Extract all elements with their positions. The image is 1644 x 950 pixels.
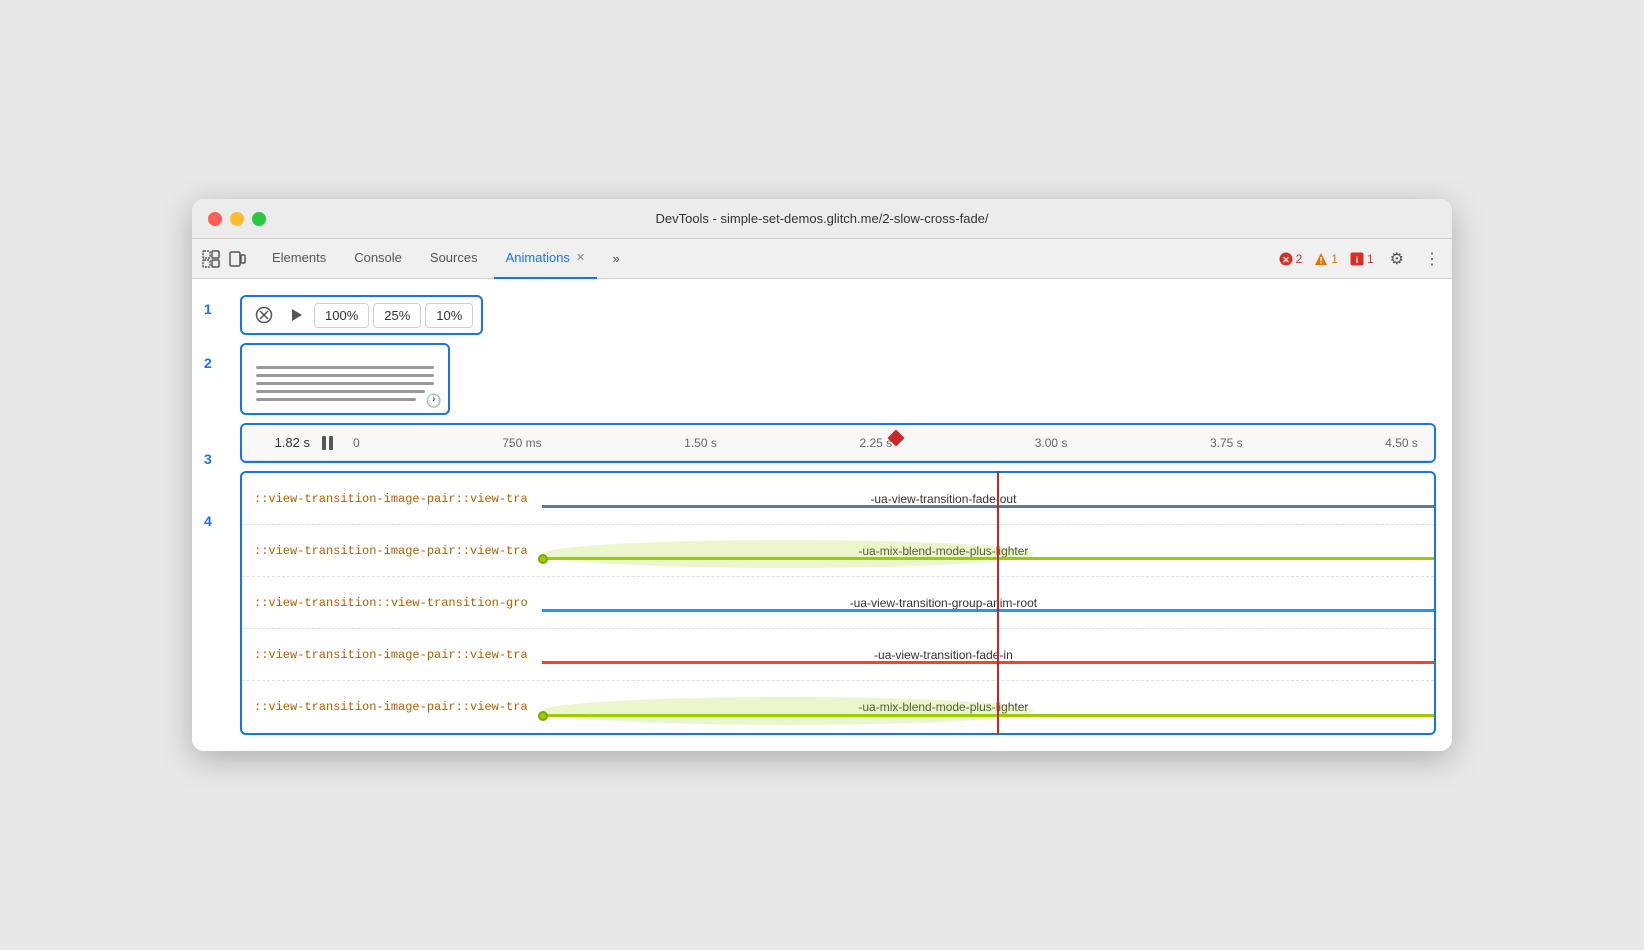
anim-timeline-5: -ua-mix-blend-mode-plus-lighter — [542, 681, 1434, 733]
playhead-indicator — [890, 432, 902, 444]
preview-line-5 — [256, 398, 416, 401]
close-button[interactable] — [208, 212, 222, 226]
anim-bar-blue — [542, 609, 1434, 612]
tab-console[interactable]: Console — [342, 239, 414, 279]
clear-button[interactable] — [250, 301, 278, 329]
anim-label-5: ::view-transition-image-pair::view-tra — [242, 700, 542, 714]
more-tabs-icon[interactable]: » — [605, 248, 627, 270]
timeline-wrapper: 1.82 s 0 750 ms 1.50 s 2.25 s 3.00 s 3.7… — [240, 423, 1436, 463]
tab-sources[interactable]: Sources — [418, 239, 490, 279]
anim-bar-green-1 — [542, 557, 1434, 560]
pause-bar-right — [329, 436, 333, 450]
anim-dot-2 — [538, 711, 548, 721]
play-button[interactable] — [282, 301, 310, 329]
preview-clock-icon: 🕐 — [426, 393, 442, 409]
inspect-icon[interactable] — [200, 248, 222, 270]
anim-bar-1 — [542, 505, 1434, 508]
tab-bar: Elements Console Sources Animations ✕ » … — [192, 239, 1452, 279]
section-label-2: 2 — [204, 355, 212, 371]
animation-row-4: ::view-transition-image-pair::view-tra -… — [242, 629, 1434, 681]
marker-375s: 3.75 s — [1210, 436, 1243, 450]
animation-row-3: ::view-transition::view-transition-gro -… — [242, 577, 1434, 629]
anim-timeline-2: -ua-mix-blend-mode-plus-lighter — [542, 525, 1434, 576]
anim-label-4: ::view-transition-image-pair::view-tra — [242, 648, 542, 662]
anim-timeline-1: -ua-view-transition-fade-out — [542, 473, 1434, 524]
anim-bar-green-2 — [542, 714, 1434, 717]
section-label-4: 4 — [204, 513, 212, 529]
marker-0: 0 — [353, 436, 360, 450]
device-icon[interactable] — [226, 248, 248, 270]
devtools-window: DevTools - simple-set-demos.glitch.me/2-… — [192, 199, 1452, 751]
preview-lines — [248, 358, 442, 409]
preview-line-4 — [256, 390, 425, 393]
info-badge: i 1 — [1350, 252, 1374, 266]
anim-label-3: ::view-transition::view-transition-gro — [242, 596, 542, 610]
green-blob-2 — [542, 697, 1033, 725]
warning-badge: ! 1 — [1314, 252, 1338, 266]
speed-100-button[interactable]: 100% — [314, 303, 369, 328]
anim-timeline-3: -ua-view-transition-group-anim-root — [542, 577, 1434, 628]
anim-label-1: ::view-transition-image-pair::view-tra — [242, 492, 542, 506]
anim-bar-red — [542, 661, 1434, 664]
preview-line-2 — [256, 374, 434, 377]
more-options-icon[interactable]: ⋮ — [1420, 245, 1444, 273]
marker-150s: 1.50 s — [684, 436, 717, 450]
section-label-3: 3 — [204, 451, 212, 467]
marker-300s: 3.00 s — [1035, 436, 1068, 450]
settings-icon[interactable]: ⚙ — [1386, 245, 1408, 273]
controls-box: 100% 25% 10% — [240, 295, 483, 335]
window-title: DevTools - simple-set-demos.glitch.me/2-… — [655, 211, 988, 226]
animation-row-5: ::view-transition-image-pair::view-tra -… — [242, 681, 1434, 733]
anim-name-4: -ua-view-transition-fade-in — [874, 648, 1013, 662]
timeline-section: 1.82 s 0 750 ms 1.50 s 2.25 s 3.00 s 3.7… — [240, 423, 1436, 463]
playhead-line — [997, 471, 999, 735]
error-badge: ✕ 2 — [1279, 252, 1303, 266]
anim-timeline-4: -ua-view-transition-fade-in — [542, 629, 1434, 680]
speed-10-button[interactable]: 10% — [425, 303, 473, 328]
animation-rows: ::view-transition-image-pair::view-tra -… — [240, 471, 1436, 735]
tab-more-area: ✕ 2 ! 1 i 1 ⚙ ⋮ — [1279, 245, 1444, 273]
section-label-1: 1 — [204, 301, 212, 317]
anim-dot-1 — [538, 554, 548, 564]
svg-text:!: ! — [1320, 255, 1323, 265]
timeline-header: 1.82 s 0 750 ms 1.50 s 2.25 s 3.00 s 3.7… — [242, 425, 1434, 461]
marker-750ms: 750 ms — [502, 436, 541, 450]
time-display: 1.82 s — [250, 435, 310, 450]
title-bar: DevTools - simple-set-demos.glitch.me/2-… — [192, 199, 1452, 239]
tab-elements[interactable]: Elements — [260, 239, 338, 279]
pause-button[interactable] — [322, 436, 333, 450]
preview-line-3 — [256, 382, 434, 385]
pause-bar-left — [322, 436, 326, 450]
animation-rows-wrapper: ::view-transition-image-pair::view-tra -… — [240, 471, 1436, 735]
timeline-ruler: 0 750 ms 1.50 s 2.25 s 3.00 s 3.75 s 4.5… — [345, 436, 1426, 450]
preview-line-1 — [256, 366, 434, 369]
preview-box: 🕐 — [240, 343, 450, 415]
marker-450s: 4.50 s — [1385, 436, 1418, 450]
preview-wrapper: 🕐 — [240, 343, 1436, 415]
close-tab-icon[interactable]: ✕ — [576, 251, 585, 264]
speed-25-button[interactable]: 25% — [373, 303, 421, 328]
anim-label-2: ::view-transition-image-pair::view-tra — [242, 544, 542, 558]
controls-row: 100% 25% 10% — [240, 295, 1436, 335]
tab-bar-icons — [200, 248, 248, 270]
sections-wrapper: 1 100% 25% 10% 2 — [200, 287, 1444, 743]
tab-animations[interactable]: Animations ✕ — [494, 239, 598, 279]
traffic-lights — [208, 212, 266, 226]
svg-text:i: i — [1356, 255, 1359, 265]
anim-name-1: -ua-view-transition-fade-out — [870, 492, 1016, 506]
anim-name-3: -ua-view-transition-group-anim-root — [850, 596, 1037, 610]
maximize-button[interactable] — [252, 212, 266, 226]
main-content: 1 100% 25% 10% 2 — [192, 279, 1452, 751]
green-blob-1 — [542, 540, 1033, 568]
minimize-button[interactable] — [230, 212, 244, 226]
animation-row-1: ::view-transition-image-pair::view-tra -… — [242, 473, 1434, 525]
animation-row-2: ::view-transition-image-pair::view-tra -… — [242, 525, 1434, 577]
svg-text:✕: ✕ — [1282, 255, 1290, 265]
playhead-diamond — [888, 429, 905, 446]
